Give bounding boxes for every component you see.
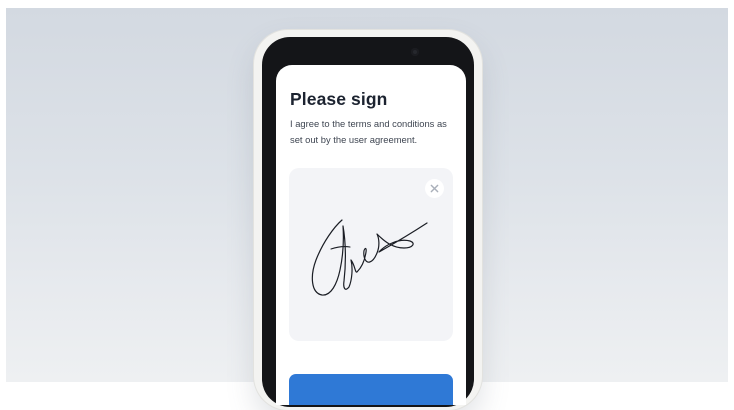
agreement-text: I agree to the terms and conditions as s… (290, 118, 447, 145)
clear-signature-button[interactable] (425, 179, 444, 198)
signature-pad[interactable] (289, 168, 453, 341)
submit-button[interactable] (289, 374, 453, 405)
front-camera (411, 48, 419, 56)
page-title: Please sign (290, 89, 388, 109)
close-icon (430, 184, 439, 193)
device-screen: Please sign I agree to the terms and con… (276, 65, 466, 405)
